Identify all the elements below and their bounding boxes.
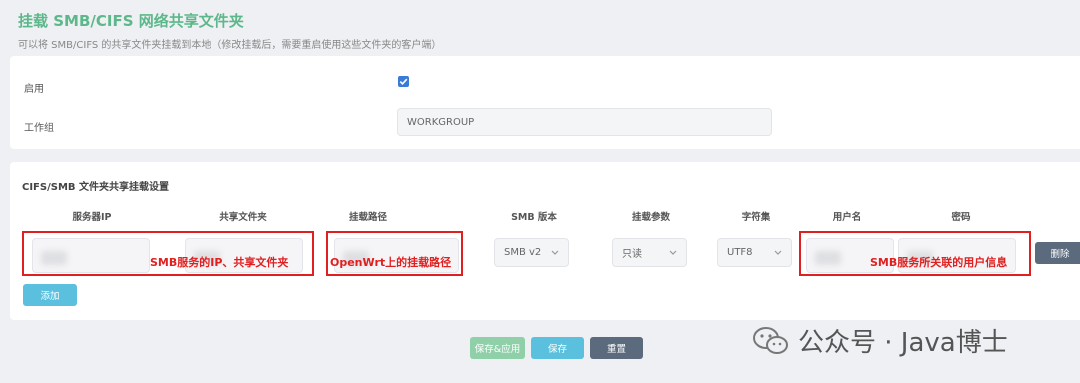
charset-select[interactable]: UTF8 — [717, 238, 792, 267]
column-charset: 字符集 — [741, 212, 771, 223]
charset-value: UTF8 — [727, 247, 753, 258]
section-title: CIFS/SMB 文件夹共享挂载设置 — [22, 182, 170, 193]
column-password: 密码 — [951, 212, 971, 223]
delete-label: 删除 — [1050, 249, 1070, 260]
mount-options-value: 只读 — [622, 249, 642, 260]
page-title: 挂载 SMB/CIFS 网络共享文件夹 — [18, 12, 244, 30]
column-server-ip: 服务器IP — [72, 212, 112, 223]
save-apply-button[interactable]: 保存&应用 — [470, 337, 525, 359]
annotation-credentials: SMB服务所关联的用户信息 — [870, 256, 1008, 269]
page-description: 可以将 SMB/CIFS 的共享文件夹挂载到本地（修改挂载后，需要重启使用这些文… — [18, 40, 442, 51]
smb-version-value: SMB v2 — [504, 247, 542, 258]
add-button[interactable]: 添加 — [23, 284, 77, 306]
column-smb-version: SMB 版本 — [511, 212, 557, 223]
annotation-server-share: SMB服务的IP、共享文件夹 — [150, 256, 289, 269]
chevron-down-icon — [669, 250, 677, 255]
workgroup-value: WORKGROUP — [407, 116, 475, 128]
add-label: 添加 — [40, 291, 60, 302]
column-mount-options: 挂载参数 — [631, 212, 671, 223]
reset-button[interactable]: 重置 — [590, 337, 643, 359]
save-label: 保存 — [547, 344, 567, 355]
watermark-text: 公众号 · Java博士 — [798, 328, 1008, 358]
enable-checkbox[interactable] — [398, 76, 409, 87]
column-username: 用户名 — [832, 212, 862, 223]
mount-options-select[interactable]: 只读 — [612, 238, 687, 267]
watermark: 公众号 · Java博士 — [752, 322, 1008, 359]
smb-version-select[interactable]: SMB v2 — [494, 238, 569, 267]
column-share-folder: 共享文件夹 — [219, 212, 267, 223]
mount-settings-card: CIFS/SMB 文件夹共享挂载设置 服务器IP 共享文件夹 挂载路径 SMB … — [10, 162, 1080, 320]
reset-label: 重置 — [606, 344, 626, 355]
chevron-down-icon — [551, 250, 559, 255]
save-apply-label: 保存&应用 — [474, 344, 521, 355]
check-icon — [399, 78, 408, 85]
workgroup-label: 工作组 — [24, 123, 54, 134]
chevron-down-icon — [774, 250, 782, 255]
save-button[interactable]: 保存 — [531, 337, 584, 359]
wechat-icon — [753, 326, 788, 354]
annotation-mount-path: OpenWrt上的挂载路径 — [330, 256, 452, 269]
general-settings-card: 启用 工作组 WORKGROUP — [10, 56, 1080, 149]
column-mount-path: 挂载路径 — [348, 212, 388, 223]
delete-button[interactable]: 删除 — [1035, 242, 1080, 264]
workgroup-input[interactable]: WORKGROUP — [397, 108, 772, 136]
enable-label: 启用 — [24, 84, 44, 95]
